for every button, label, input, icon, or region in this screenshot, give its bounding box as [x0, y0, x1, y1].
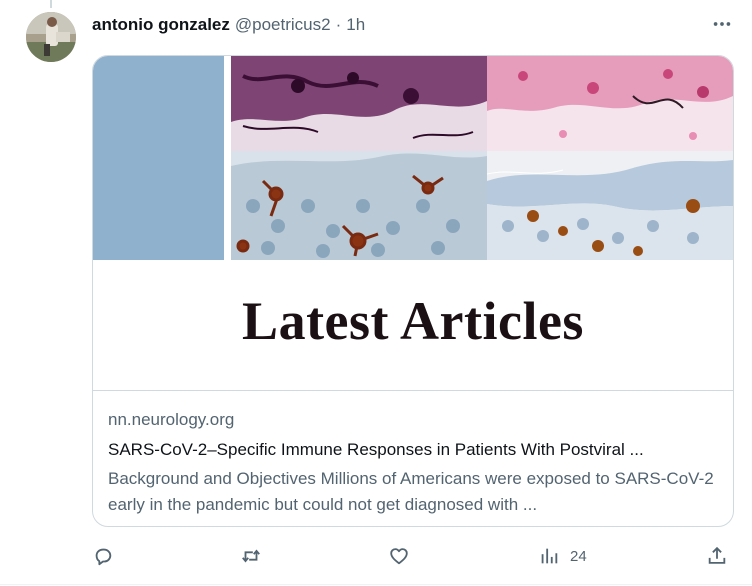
author-handle[interactable]: @poetricus2	[235, 15, 331, 35]
separator-dot: ·	[335, 15, 342, 34]
analytics-icon	[541, 548, 558, 564]
heart-icon	[390, 548, 408, 565]
more-horizontal-icon	[713, 22, 731, 26]
retweet-icon	[242, 549, 260, 563]
views-button[interactable]: 24	[538, 542, 587, 570]
banner-title: Latest Articles	[242, 291, 584, 351]
reply-icon	[95, 548, 112, 566]
retweet-button[interactable]	[240, 542, 262, 570]
views-count: 24	[570, 547, 587, 565]
share-icon	[708, 546, 726, 564]
card-image: Latest Articles	[93, 56, 733, 391]
tweet-actions-bar: 24	[92, 542, 734, 570]
card-meta: nn.neurology.org SARS-CoV-2–Specific Imm…	[108, 408, 720, 518]
link-preview-card[interactable]: Latest Articles nn.neurology.org SARS-Co…	[92, 55, 734, 527]
tweet-divider	[0, 584, 752, 585]
share-button[interactable]	[706, 542, 728, 570]
avatar-image	[26, 12, 76, 62]
thread-connector-line	[50, 0, 52, 8]
more-options-button[interactable]	[706, 12, 738, 36]
card-domain: nn.neurology.org	[108, 410, 235, 429]
reply-button[interactable]	[92, 542, 114, 570]
like-button[interactable]	[388, 542, 410, 570]
author-name[interactable]: antonio gonzalez	[92, 15, 230, 35]
card-title: SARS-CoV-2–Specific Immune Responses in …	[108, 440, 644, 459]
timestamp[interactable]: 1h	[346, 15, 365, 35]
card-description: Background and Objectives Millions of Am…	[108, 469, 714, 514]
avatar[interactable]	[26, 12, 76, 62]
tweet-header: antonio gonzalez @poetricus2 · 1h	[92, 14, 365, 36]
accent-block	[93, 56, 224, 260]
